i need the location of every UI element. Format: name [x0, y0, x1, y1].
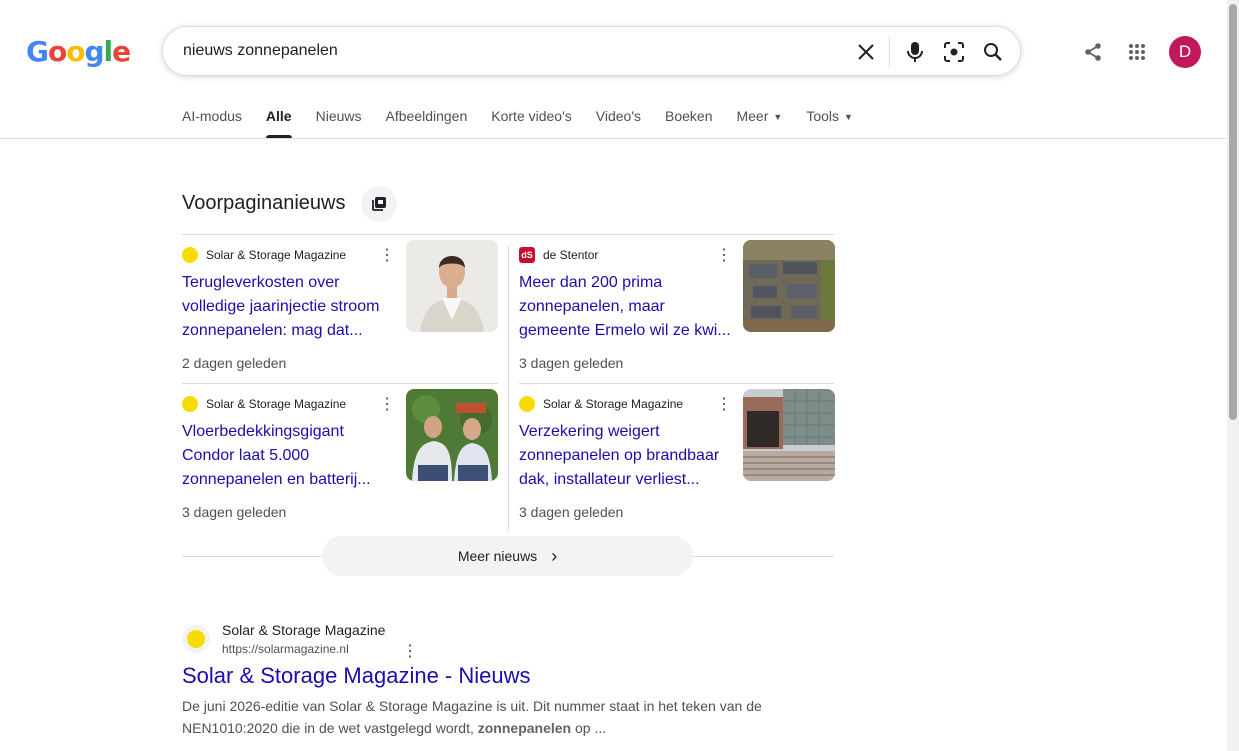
- logo-letter: e: [112, 35, 131, 68]
- news-row-divider: [519, 383, 834, 384]
- source-name: Solar & Storage Magazine: [206, 397, 347, 411]
- caret-down-icon: ▼: [844, 112, 853, 123]
- news-timestamp: 2 dagen geleden: [182, 355, 287, 371]
- news-card[interactable]: Solar & Storage Magazine ⋮ Vloerbedekkin…: [182, 389, 498, 531]
- collection-icon[interactable]: [361, 186, 397, 222]
- result-url[interactable]: https://solarmagazine.nl: [222, 642, 349, 656]
- news-thumbnail[interactable]: [743, 240, 835, 332]
- snippet-text: NEN1010:2020 die in de wet vastgelegd wo…: [182, 720, 478, 736]
- logo-letter: l: [103, 35, 114, 68]
- sun-icon: [187, 630, 205, 648]
- headline-line: zonnepanelen: mag dat...: [182, 322, 363, 339]
- more-options-icon[interactable]: ⋮: [379, 247, 395, 264]
- headline-line: Terugleverkosten over: [182, 274, 340, 291]
- news-section-title: Voorpaginanieuws: [182, 192, 346, 214]
- tab-alle[interactable]: Alle: [265, 108, 292, 138]
- tab-korte-videos[interactable]: Korte video's: [491, 108, 572, 138]
- news-column-divider: [508, 246, 509, 531]
- source-name: Solar & Storage Magazine: [206, 248, 347, 262]
- logo-letter: G: [26, 35, 49, 68]
- headline-line: gemeente Ermelo wil ze kwi...: [519, 322, 731, 339]
- tab-afbeeldingen[interactable]: Afbeeldingen: [386, 108, 468, 138]
- headline-line: dak, installateur verliest...: [519, 471, 700, 488]
- news-card[interactable]: Solar & Storage Magazine ⋮ Verzekering w…: [519, 389, 835, 531]
- news-timestamp: 3 dagen geleden: [519, 504, 624, 520]
- headline-line: Meer dan 200 prima: [519, 274, 663, 291]
- tab-videos[interactable]: Video's: [596, 108, 641, 138]
- news-source: Solar & Storage Magazine: [519, 396, 683, 412]
- news-top-divider: [182, 234, 834, 235]
- news-card[interactable]: Solar & Storage Magazine ⋮ Terugleverkos…: [182, 240, 498, 382]
- news-headline[interactable]: Verzekering weigert zonnepanelen op brand…: [519, 420, 731, 492]
- headline-line: zonnepanelen en batterij...: [182, 471, 371, 488]
- source-favicon: [182, 247, 198, 263]
- scrollbar-thumb[interactable]: [1229, 4, 1237, 420]
- source-favicon: [519, 396, 535, 412]
- tab-boeken[interactable]: Boeken: [665, 108, 712, 138]
- tab-ai-modus[interactable]: AI-modus: [182, 108, 242, 138]
- tab-nieuws[interactable]: Nieuws: [316, 108, 362, 138]
- news-row-divider: [182, 383, 498, 384]
- tab-meer-label: Meer: [736, 108, 769, 124]
- clear-icon[interactable]: [854, 40, 878, 64]
- more-news-button[interactable]: Meer nieuws ›: [322, 536, 693, 576]
- headline-line: Condor laat 5.000: [182, 447, 310, 464]
- snippet-line: De juni 2026-editie van Solar & Storage …: [182, 698, 762, 714]
- source-name: de Stentor: [543, 248, 599, 262]
- news-thumbnail[interactable]: [406, 240, 498, 332]
- news-headline[interactable]: Vloerbedekkingsgigant Condor laat 5.000 zo…: [182, 420, 394, 492]
- news-source: dS de Stentor: [519, 247, 598, 263]
- news-source: Solar & Storage Magazine: [182, 396, 346, 412]
- share-icon[interactable]: [1080, 39, 1106, 65]
- news-headline[interactable]: Meer dan 200 prima zonnepanelen, maar geme…: [519, 271, 731, 343]
- snippet-text: op ...: [571, 720, 607, 736]
- tab-meer[interactable]: Meer ▼: [736, 108, 782, 138]
- result-title-link[interactable]: Solar & Storage Magazine - Nieuws: [182, 663, 531, 689]
- search-divider: [889, 37, 890, 67]
- more-options-icon[interactable]: ⋮: [716, 396, 732, 413]
- tabs-divider: [0, 138, 1227, 139]
- headline-line: volledige jaarinjectie stroom: [182, 298, 380, 315]
- search-input[interactable]: nieuws zonnepanelen: [183, 42, 338, 60]
- search-icon[interactable]: [981, 40, 1005, 64]
- source-favicon: [182, 396, 198, 412]
- news-thumbnail[interactable]: [743, 389, 835, 481]
- more-options-icon[interactable]: ⋮: [379, 396, 395, 413]
- search-bar[interactable]: nieuws zonnepanelen: [162, 26, 1021, 76]
- caret-down-icon: ▼: [773, 112, 783, 123]
- more-news-label: Meer nieuws: [457, 548, 538, 564]
- news-timestamp: 3 dagen geleden: [182, 504, 287, 520]
- logo-letter: o: [66, 35, 85, 68]
- tab-tools[interactable]: Tools ▼: [806, 108, 853, 138]
- logo-letter: g: [84, 35, 104, 68]
- avatar[interactable]: D: [1169, 36, 1201, 68]
- google-logo[interactable]: Google: [26, 35, 131, 68]
- source-name: Solar & Storage Magazine: [543, 397, 684, 411]
- snippet-highlight: zonnepanelen: [477, 720, 572, 736]
- headline-line: zonnepanelen, maar: [519, 298, 665, 315]
- result-favicon[interactable]: [182, 625, 210, 653]
- headline-line: Verzekering weigert: [519, 423, 660, 440]
- news-source: Solar & Storage Magazine: [182, 247, 346, 263]
- news-thumbnail[interactable]: [406, 389, 498, 481]
- headline-line: Vloerbedekkingsgigant: [182, 423, 344, 440]
- source-logo: dS: [519, 247, 535, 263]
- microphone-icon[interactable]: [903, 40, 927, 64]
- news-timestamp: 3 dagen geleden: [519, 355, 624, 371]
- headline-line: zonnepanelen op brandbaar: [519, 447, 720, 464]
- logo-letter: o: [47, 35, 67, 68]
- result-site-name[interactable]: Solar & Storage Magazine: [222, 622, 385, 638]
- more-options-icon[interactable]: ⋮: [716, 247, 732, 264]
- chevron-right-icon: ›: [551, 546, 558, 566]
- scrollbar[interactable]: [1227, 0, 1239, 751]
- tab-tools-label: Tools: [806, 108, 839, 124]
- news-headline[interactable]: Terugleverkosten over volledige jaarinjec…: [182, 271, 394, 343]
- search-tabs: AI-modus Alle Nieuws Afbeeldingen Korte …: [182, 108, 877, 138]
- lens-icon[interactable]: [942, 40, 966, 64]
- more-options-icon[interactable]: ⋮: [402, 641, 418, 661]
- apps-grid-icon[interactable]: [1124, 39, 1150, 65]
- result-snippet: De juni 2026-editie van Solar & Storage …: [182, 695, 782, 739]
- news-card[interactable]: dS de Stentor ⋮ Meer dan 200 prima zonnepa…: [519, 240, 835, 382]
